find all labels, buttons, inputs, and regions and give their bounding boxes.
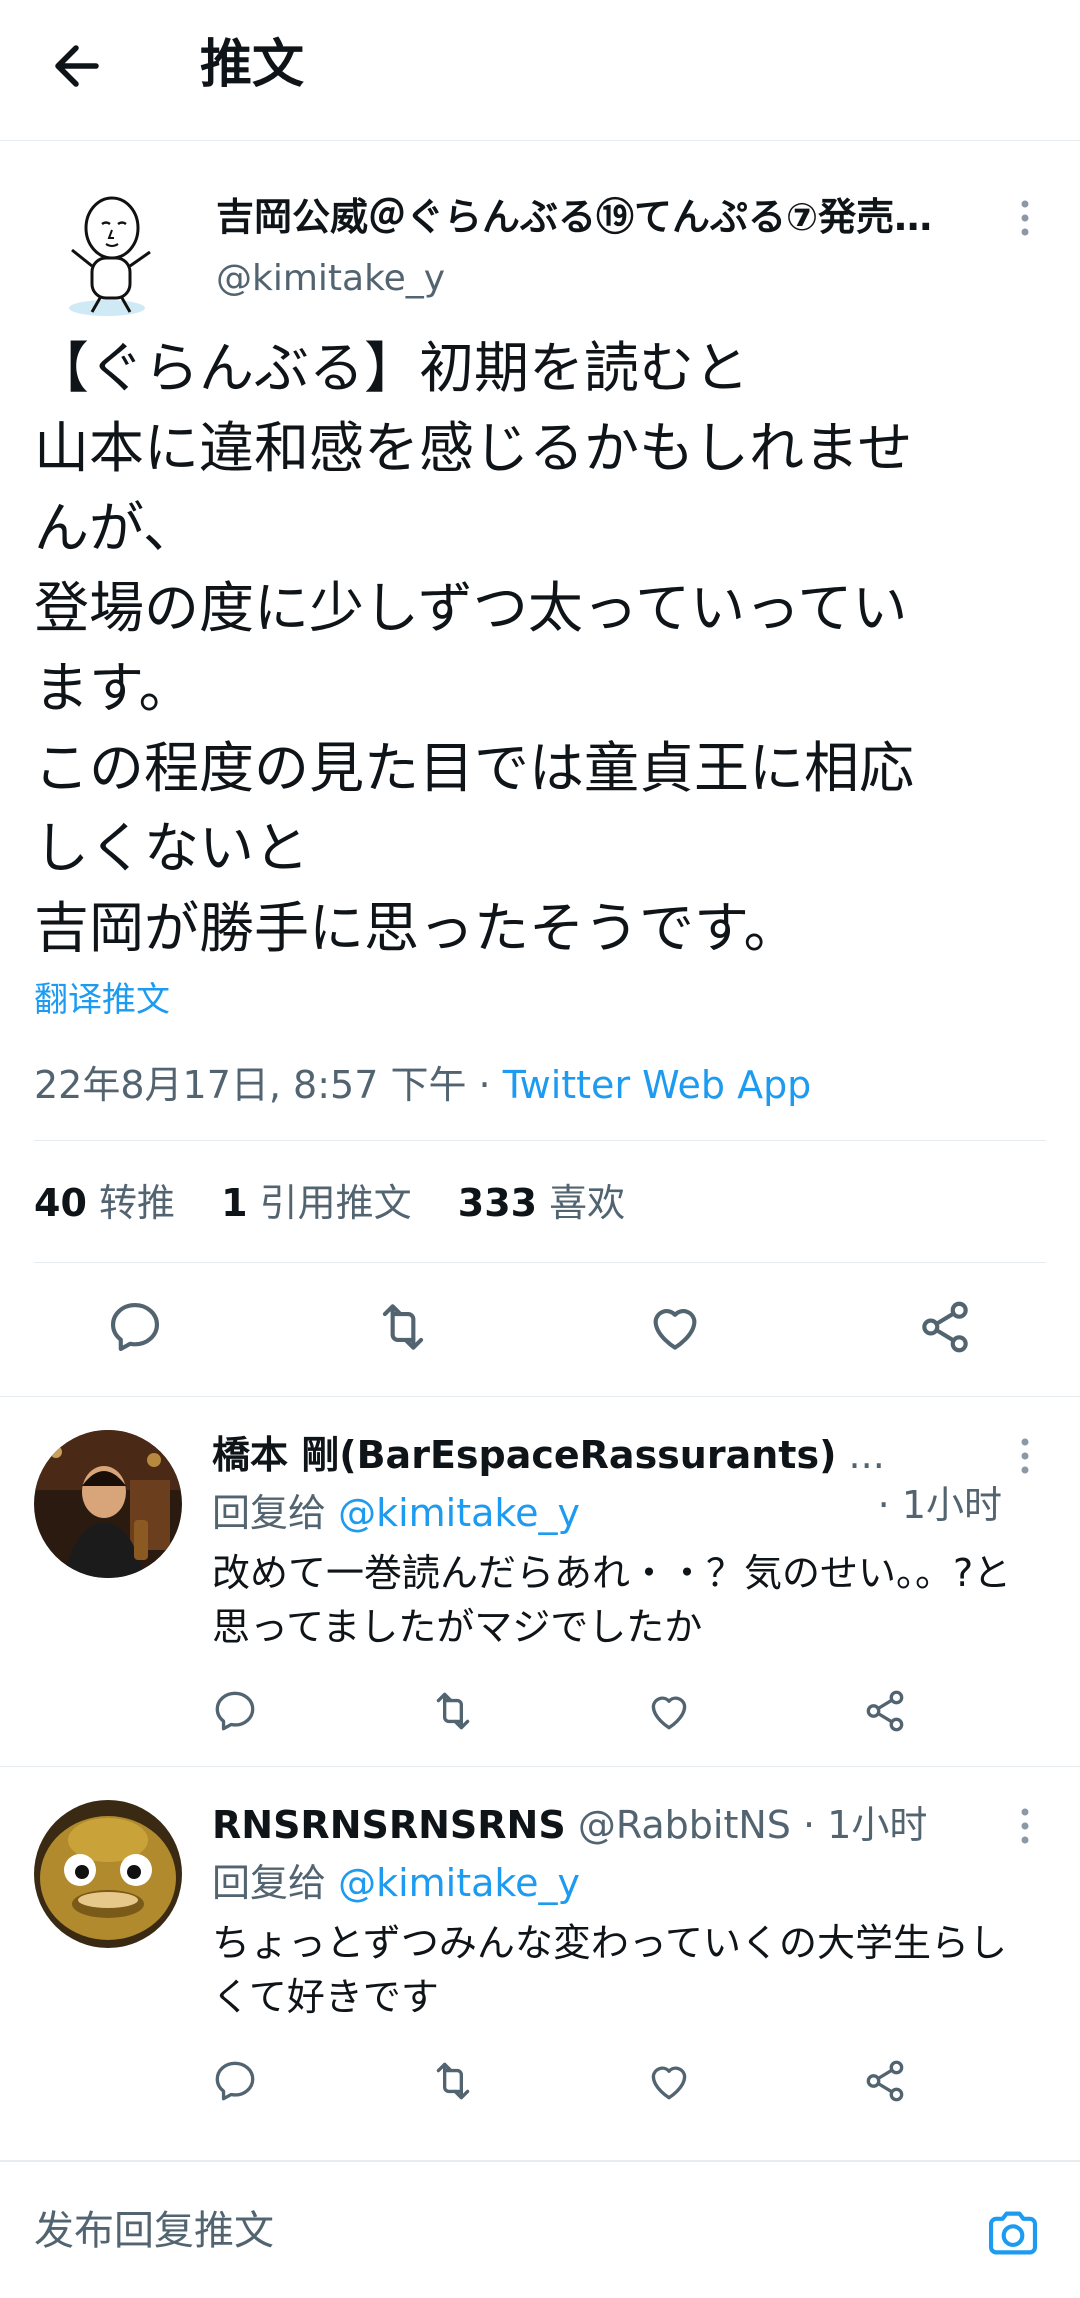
translate-tweet-link[interactable]: 翻译推文: [34, 975, 170, 1025]
reply-avatar[interactable]: [34, 1430, 182, 1578]
reply-to-line: 回复给 @kimitake_y: [212, 1488, 580, 1538]
retweets-stat[interactable]: 40 转推: [34, 1181, 175, 1225]
author-avatar[interactable]: [34, 180, 180, 326]
tweet-source-link[interactable]: Twitter Web App: [503, 1063, 812, 1107]
more-options-icon[interactable]: [1010, 196, 1040, 240]
reply-item[interactable]: RNSRNSRNSRNS @RabbitNS · 1小时 回复给 @kimita…: [0, 1766, 1080, 2136]
reply-icon[interactable]: [210, 1686, 260, 1736]
reply-to-mention[interactable]: @kimitake_y: [338, 1861, 580, 1905]
reply-compose-input[interactable]: 发布回复推文: [34, 2206, 274, 2256]
tweet-stats: 40 转推 1 引用推文 333 喜欢: [34, 1178, 659, 1228]
retweet-icon[interactable]: [428, 1686, 478, 1736]
author-name[interactable]: 吉岡公威＠ぐらんぶる⑲てんぷる⑦発売…: [216, 192, 996, 242]
tweet-text: 【ぐらんぶる】初期を読むと 山本に違和感を感じるかもしれませ んが、 登場の度に…: [34, 336, 915, 960]
likes-stat[interactable]: 333 喜欢: [458, 1181, 625, 1225]
reply-to-label: 回复给: [212, 1491, 339, 1535]
divider: [34, 1140, 1046, 1141]
retweets-count: 40: [34, 1181, 87, 1225]
reply-item[interactable]: 橋本 剛(BarEspaceRassurants) ... · 1小时 回复给 …: [0, 1396, 1080, 1766]
reply-to-label: 回复给: [212, 1861, 339, 1905]
tweet-actions: [0, 1296, 1080, 1366]
like-icon[interactable]: [644, 2056, 694, 2106]
reply-author-name[interactable]: RNSRNSRNSRNS: [212, 1803, 566, 1847]
reply-author-name[interactable]: 橋本 剛(BarEspaceRassurants): [212, 1433, 836, 1477]
more-options-icon[interactable]: [1010, 1434, 1040, 1478]
reply-to-line: 回复给 @kimitake_y: [212, 1858, 580, 1908]
reply-name-ellipsis: ...: [848, 1433, 885, 1477]
share-icon[interactable]: [860, 2056, 910, 2106]
like-icon[interactable]: [644, 1686, 694, 1736]
more-options-icon[interactable]: [1010, 1804, 1040, 1848]
share-icon[interactable]: [860, 1686, 910, 1736]
reply-to-mention[interactable]: @kimitake_y: [338, 1491, 580, 1535]
share-icon[interactable]: [914, 1296, 976, 1358]
tweet-detail-page: 推文 吉岡公威＠ぐらんぶる⑲てんぷる⑦発売… @kimitake_y 【ぐらんぶ…: [0, 0, 1080, 2298]
reply-time: · 1小时: [877, 1483, 1002, 1527]
retweet-icon[interactable]: [428, 2056, 478, 2106]
reply-actions: [0, 2056, 1080, 2126]
reply-author-handle[interactable]: @RabbitNS: [578, 1803, 791, 1847]
reply-text: 改めて一巻読んだらあれ・・？気のせい。。?と思ってましたがマジでしたか: [212, 1551, 1012, 1649]
quotes-stat[interactable]: 1 引用推文: [221, 1181, 412, 1225]
retweet-icon[interactable]: [372, 1296, 434, 1358]
camera-icon[interactable]: [982, 2202, 1044, 2264]
reply-actions: [0, 1686, 1080, 1756]
reply-time: · 1小时: [803, 1803, 928, 1847]
divider: [34, 1262, 1046, 1263]
likes-label: 喜欢: [549, 1181, 626, 1225]
likes-count: 333: [457, 1181, 538, 1225]
tweet-timestamp: 22年8月17日, 8:57 下午 ·: [34, 1063, 503, 1107]
reply-avatar[interactable]: [34, 1800, 182, 1948]
like-icon[interactable]: [644, 1296, 706, 1358]
page-title: 推文: [200, 35, 305, 95]
reply-text: ちょっとずつみんな変わっていくの大学生らしくて好きです: [212, 1921, 1007, 2019]
tweet-meta: 22年8月17日, 8:57 下午 · Twitter Web App: [34, 1060, 811, 1110]
back-arrow-icon[interactable]: [46, 34, 110, 98]
top-bar: 推文: [0, 0, 1080, 141]
retweets-label: 转推: [98, 1181, 175, 1225]
reply-compose-bar[interactable]: 发布回复推文: [0, 2160, 1080, 2298]
quotes-label: 引用推文: [259, 1181, 412, 1225]
reply-icon[interactable]: [104, 1296, 166, 1358]
author-handle[interactable]: @kimitake_y: [216, 254, 445, 304]
reply-icon[interactable]: [210, 2056, 260, 2106]
quotes-count: 1: [221, 1181, 248, 1225]
reply-header: RNSRNSRNSRNS @RabbitNS · 1小时: [212, 1800, 1002, 1850]
